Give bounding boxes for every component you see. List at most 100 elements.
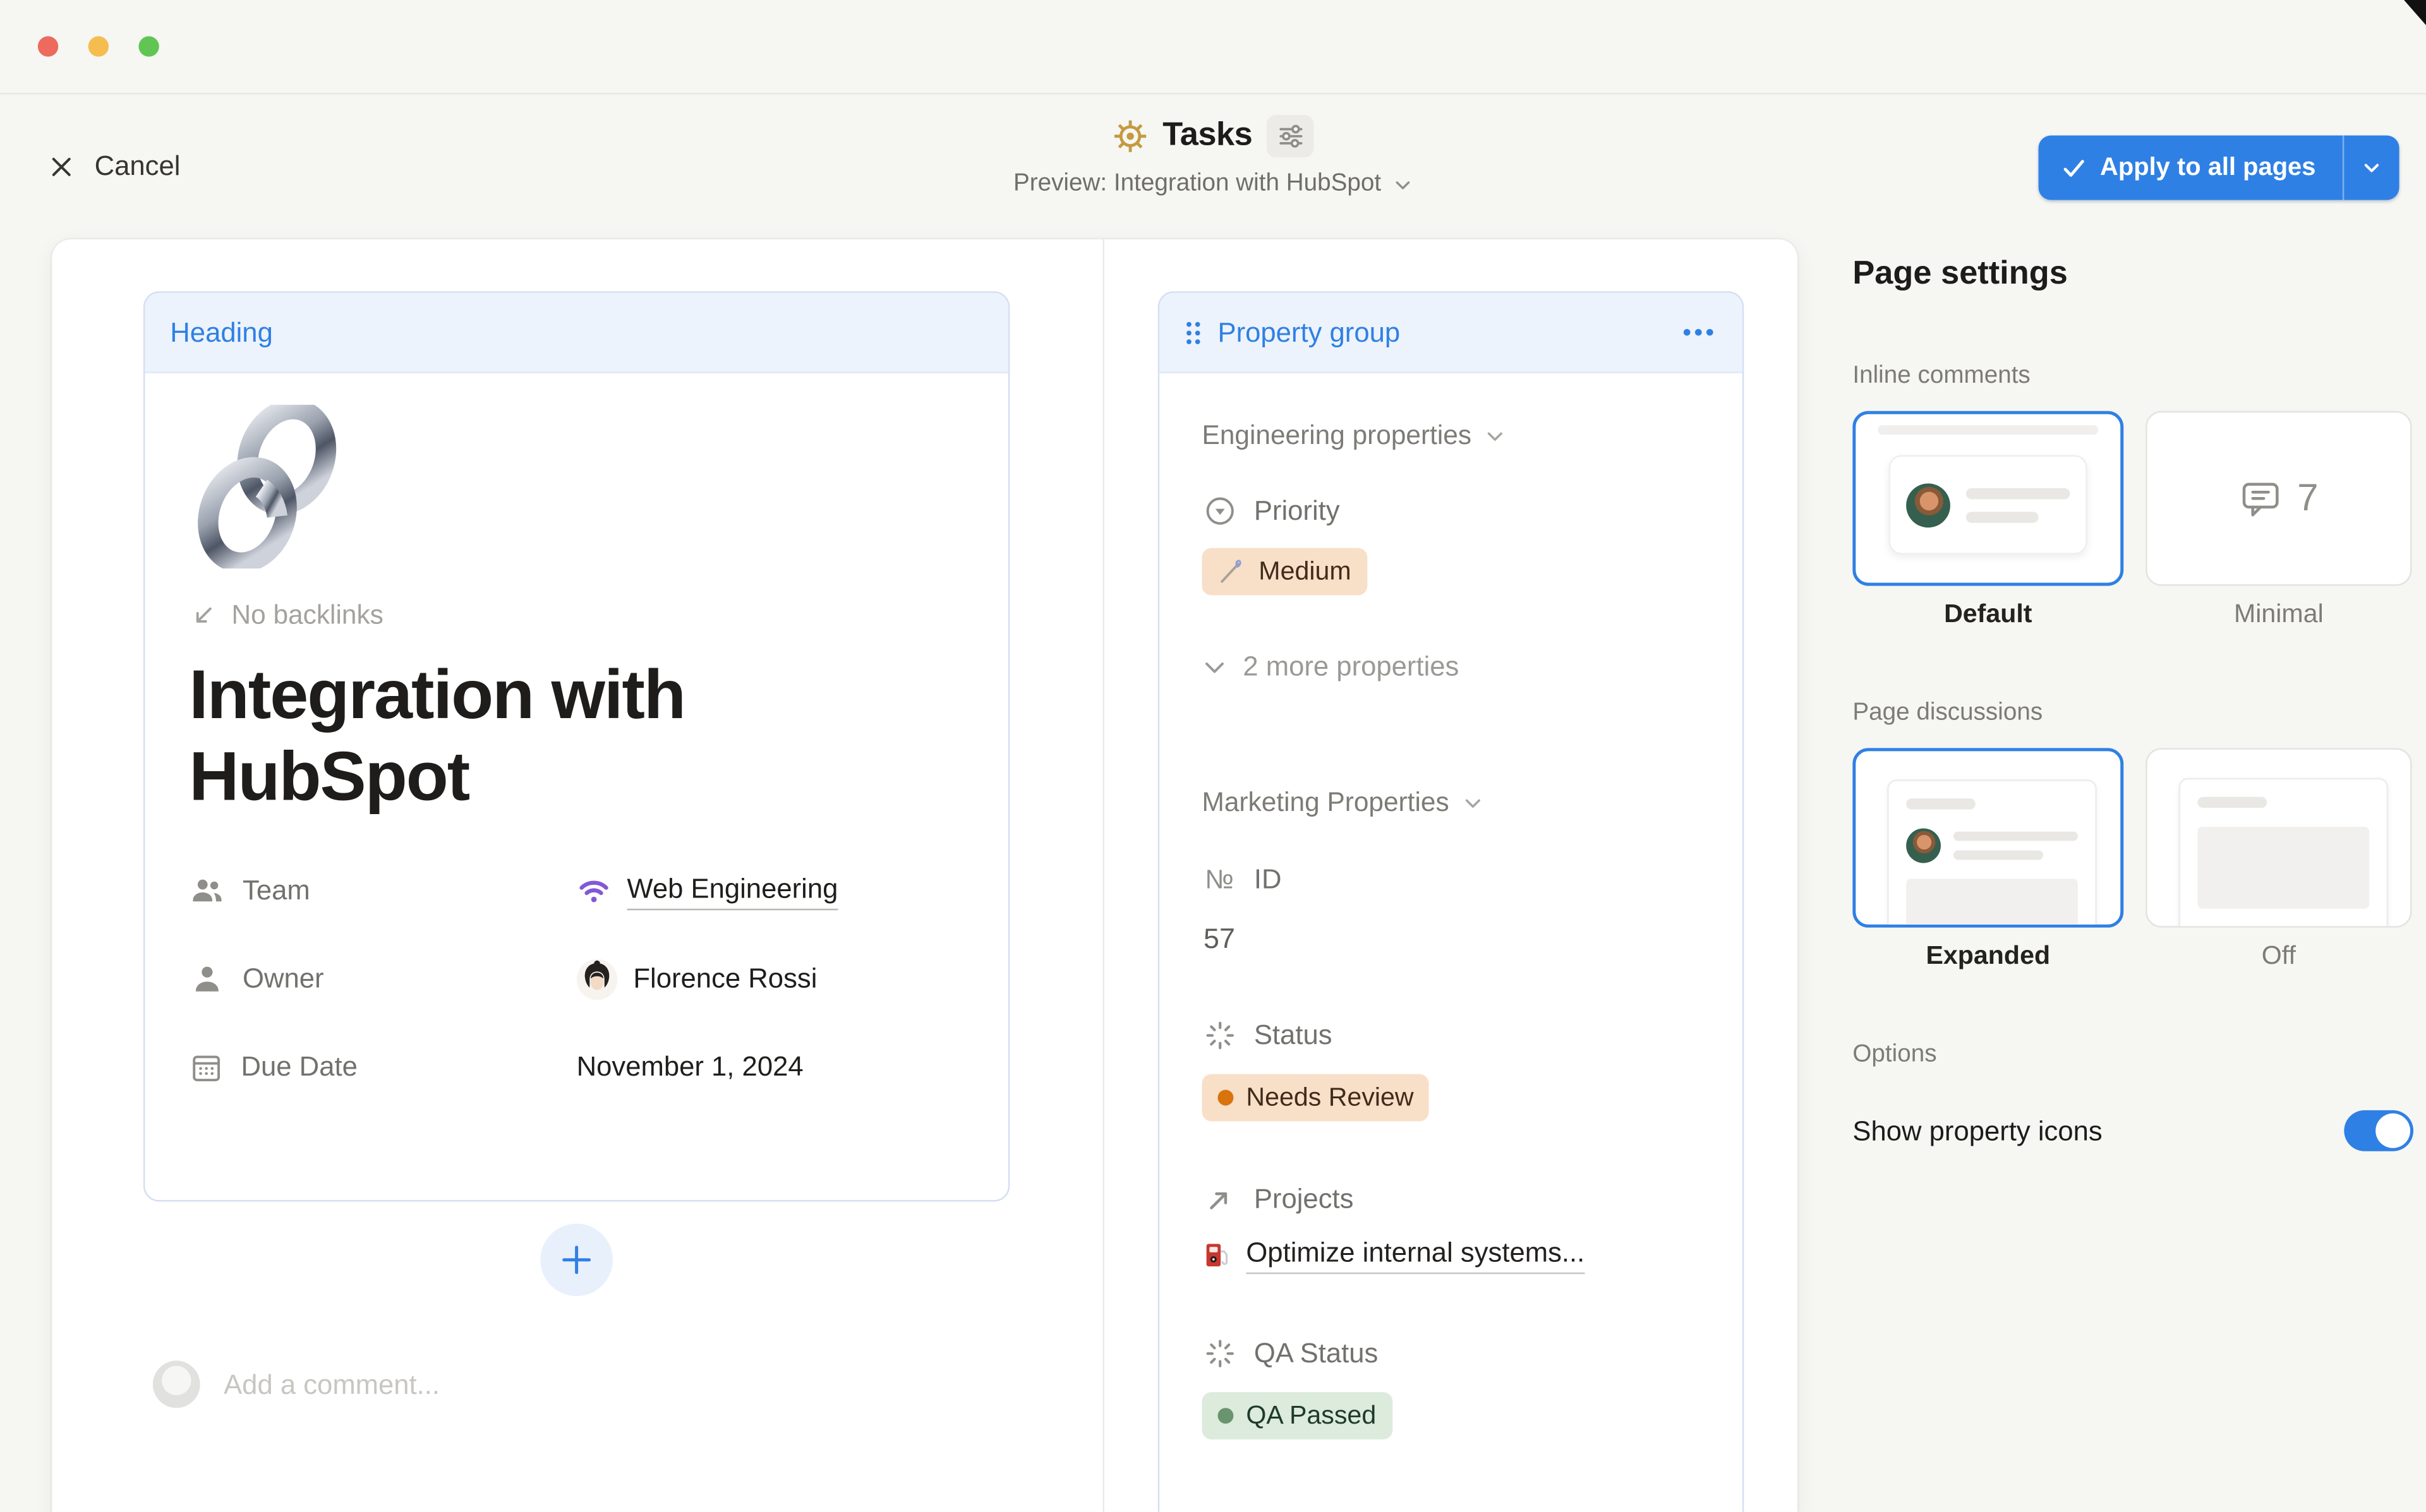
mini-title-bar: [2197, 797, 2267, 808]
mini-content-block: [1906, 879, 2078, 927]
minimize-window-button[interactable]: [88, 36, 109, 56]
page-preview-panel: Heading: [52, 239, 1797, 1512]
property-id[interactable]: № ID: [1202, 863, 1711, 896]
avatar: [577, 959, 618, 1000]
team-property-value[interactable]: Web Engineering: [577, 872, 838, 910]
needle-icon: [1217, 558, 1246, 586]
comment-placeholder: Add a comment...: [224, 1368, 440, 1401]
app-window: Cancel Tasks: [0, 0, 2426, 1512]
projects-value-link[interactable]: Optimize internal systems...: [1202, 1236, 1711, 1274]
avatar: [153, 1360, 200, 1408]
spinner-icon: [1202, 1337, 1237, 1370]
fuel-pump-icon: [1202, 1239, 1232, 1271]
option-label-expanded: Expanded: [1852, 942, 2123, 971]
column-divider: [1102, 239, 1104, 1512]
more-properties-toggle[interactable]: 2 more properties: [1202, 651, 1711, 683]
option-label-default: Default: [1852, 600, 2123, 630]
backlinks-indicator[interactable]: No backlinks: [189, 600, 964, 632]
due-date-property-label[interactable]: Due Date: [189, 1050, 576, 1085]
page-discussions-option-expanded[interactable]: [1852, 748, 2123, 927]
close-window-button[interactable]: [38, 36, 58, 56]
preview-label: Preview: Integration with HubSpot: [1013, 170, 1381, 198]
doc-title: Tasks: [1162, 117, 1252, 155]
property-row-due-date: Due Date November 1, 2024: [189, 1036, 964, 1099]
drag-handle-icon[interactable]: [1185, 319, 1202, 345]
apply-to-all-pages-button[interactable]: Apply to all pages: [2039, 135, 2343, 200]
mini-content-block: [2197, 827, 2369, 909]
mini-page-preview: [1887, 779, 2097, 927]
option-label-off: Off: [2145, 942, 2411, 971]
comment-composer[interactable]: Add a comment...: [153, 1360, 440, 1408]
property-group-label: Property group: [1217, 316, 1400, 349]
person-icon: [189, 961, 225, 997]
mini-comment-preview: [1889, 455, 2087, 555]
due-date-property-value[interactable]: November 1, 2024: [577, 1051, 804, 1084]
inline-comments-option-default[interactable]: [1852, 411, 2123, 586]
page-title[interactable]: Integration with HubSpot: [189, 655, 882, 819]
comment-bubble-icon: [2239, 476, 2283, 520]
inline-comments-label: Inline comments: [1852, 363, 2413, 391]
team-property-label[interactable]: Team: [189, 873, 576, 909]
toggle-knob: [2375, 1113, 2410, 1148]
id-value[interactable]: 57: [1204, 923, 1711, 956]
numero-icon: №: [1202, 864, 1237, 896]
dialog-toolbar: Cancel Tasks: [0, 93, 2426, 239]
mouse-cursor: [2404, 0, 2426, 25]
backlinks-label: No backlinks: [232, 600, 383, 632]
heading-block-label: Heading: [170, 316, 273, 349]
qa-status-dot: [1217, 1408, 1233, 1424]
plus-icon: [559, 1242, 594, 1277]
comment-count: 7: [2297, 476, 2318, 520]
apply-dropdown-button[interactable]: [2344, 135, 2399, 200]
mini-text-line: [1966, 511, 2039, 522]
property-qa-status[interactable]: QA Status: [1202, 1337, 1711, 1370]
property-row-team: Team Web Engineering: [189, 860, 964, 923]
mini-text-line: [1966, 488, 2070, 498]
section-marketing-properties[interactable]: Marketing Properties: [1202, 788, 1711, 819]
page-discussions-label: Page discussions: [1852, 699, 2413, 728]
calendar-icon: [189, 1050, 224, 1085]
page-emoji-linked-rings-icon: [189, 405, 964, 568]
mini-title-bar: [1906, 798, 1976, 809]
heading-block-header: Heading: [145, 293, 1008, 373]
inline-comments-option-minimal[interactable]: 7: [2145, 411, 2411, 586]
apply-label: Apply to all pages: [2100, 153, 2315, 182]
heading-block-card[interactable]: Heading: [143, 291, 1010, 1201]
mini-page-preview: [2179, 778, 2389, 928]
mini-text-line: [1953, 832, 2078, 841]
helm-wheel-icon: [1112, 117, 1148, 153]
property-group-body: Engineering properties Priority: [1159, 421, 1742, 1439]
mini-text-line: [1953, 850, 2043, 860]
property-projects[interactable]: Projects: [1202, 1183, 1711, 1216]
checkmark-icon: [2062, 157, 2085, 179]
owner-property-label[interactable]: Owner: [189, 961, 576, 997]
chevron-down-icon: [1202, 654, 1228, 680]
priority-value-chip[interactable]: Medium: [1202, 548, 1367, 596]
status-value-chip[interactable]: Needs Review: [1202, 1074, 1430, 1122]
property-row-owner: Owner: [189, 948, 964, 1011]
arrow-down-left-icon: [189, 602, 217, 630]
mini-text-line: [1878, 425, 2098, 435]
options-label: Options: [1852, 1041, 2413, 1069]
priority-icon: [1202, 495, 1237, 527]
page-discussions-option-off[interactable]: [2145, 748, 2411, 927]
layout-options-button[interactable]: [1267, 114, 1314, 157]
property-status[interactable]: Status: [1202, 1019, 1711, 1052]
add-block-button[interactable]: [540, 1223, 613, 1296]
preview-selector[interactable]: Preview: Integration with HubSpot: [1013, 170, 1413, 198]
window-titlebar: [0, 0, 2426, 95]
page-settings-title: Page settings: [1852, 255, 2413, 293]
show-property-icons-toggle[interactable]: [2344, 1110, 2413, 1151]
show-property-icons-label: Show property icons: [1852, 1114, 2344, 1147]
property-group-block-card[interactable]: Property group ••• Engineering propertie…: [1158, 291, 1744, 1511]
owner-property-value[interactable]: Florence Rossi: [577, 959, 818, 1000]
chevron-down-icon: [1462, 792, 1484, 814]
zoom-window-button[interactable]: [138, 36, 159, 56]
traffic-lights: [38, 36, 159, 56]
more-options-icon[interactable]: •••: [1683, 320, 1717, 344]
people-icon: [189, 873, 225, 909]
qa-status-value-chip[interactable]: QA Passed: [1202, 1392, 1392, 1439]
property-priority[interactable]: Priority: [1202, 495, 1711, 527]
section-engineering-properties[interactable]: Engineering properties: [1202, 421, 1711, 452]
heading-block-body: No backlinks Integration with HubSpot: [145, 373, 1008, 1099]
